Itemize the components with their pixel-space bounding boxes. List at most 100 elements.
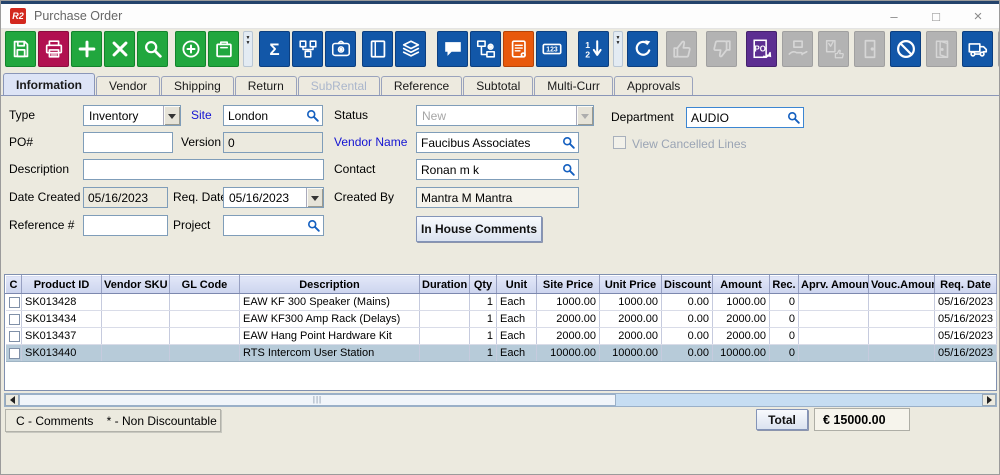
contact-value: Ronan m k <box>421 163 479 177</box>
close-button[interactable]: × <box>957 4 999 28</box>
toolbar: ▼▼Σ12312▼▼PO <box>5 31 1000 67</box>
in-house-comments-button[interactable]: In House Comments <box>416 216 542 242</box>
scrollbar-thumb[interactable]: ||| <box>19 394 616 406</box>
minimize-button[interactable]: – <box>873 4 915 28</box>
package-button[interactable] <box>208 31 239 67</box>
comments-button[interactable] <box>437 31 468 67</box>
column-header-description[interactable]: Description <box>240 276 420 294</box>
department-input[interactable]: AUDIO <box>686 107 804 128</box>
table-row[interactable]: SK013440RTS Intercom User Station1Each10… <box>6 345 997 362</box>
tab-shipping[interactable]: Shipping <box>161 76 234 95</box>
column-header-discount[interactable]: Discount <box>662 276 713 294</box>
req-date-select[interactable]: 05/16/2023 <box>223 187 324 208</box>
refresh-button[interactable] <box>627 31 658 67</box>
column-header-qty[interactable]: Qty <box>470 276 497 294</box>
tab-divider <box>1 95 999 96</box>
column-header-product-id[interactable]: Product ID <box>22 276 102 294</box>
tab-return[interactable]: Return <box>235 76 297 95</box>
row-checkbox[interactable] <box>9 297 20 308</box>
vendor-name-label[interactable]: Vendor Name <box>334 135 407 149</box>
sort-button[interactable]: 12 <box>578 31 609 67</box>
column-header-duration[interactable]: Duration <box>420 276 470 294</box>
column-header-c[interactable]: C <box>6 276 22 294</box>
layers-view-button[interactable] <box>395 31 426 67</box>
table-row[interactable]: SK013437EAW Hang Point Hardware Kit1Each… <box>6 328 997 345</box>
overflow-2-button[interactable]: ▼▼ <box>613 31 623 67</box>
cancel-button[interactable] <box>890 31 921 67</box>
case-view-button[interactable] <box>325 31 356 67</box>
column-header-rec-[interactable]: Rec. <box>770 276 799 294</box>
project-search-icon[interactable] <box>306 218 321 233</box>
view-cancelled-checkbox <box>613 136 626 149</box>
req-date-label: Req. Date <box>173 190 227 204</box>
print-button[interactable] <box>38 31 69 67</box>
vendor-search-icon[interactable] <box>561 135 576 150</box>
department-search-icon[interactable] <box>786 110 801 125</box>
po-number-input[interactable] <box>83 132 173 153</box>
contact-search-icon[interactable] <box>561 162 576 177</box>
notes-button[interactable] <box>503 31 534 67</box>
tab-subtotal[interactable]: Subtotal <box>463 76 533 95</box>
svg-text:PO: PO <box>754 44 765 53</box>
zoom-in-button[interactable] <box>175 31 206 67</box>
total-button[interactable]: Total <box>756 409 808 430</box>
description-input[interactable] <box>83 159 324 180</box>
tab-subrental: SubRental <box>298 76 380 95</box>
column-header-vouc-amount[interactable]: Vouc.Amount <box>869 276 935 294</box>
project-input[interactable] <box>223 215 324 236</box>
vendor-name-input[interactable]: Faucibus Associates <box>416 132 579 153</box>
search-button[interactable] <box>137 31 168 67</box>
legend-box: C - Comments * - Non Discountable <box>5 409 221 432</box>
book-button[interactable] <box>362 31 393 67</box>
delete-line-button[interactable] <box>104 31 135 67</box>
type-dropdown-arrow-icon[interactable] <box>163 106 180 125</box>
req-date-dropdown-arrow-icon[interactable] <box>306 188 323 207</box>
scroll-left-arrow-icon[interactable] <box>5 394 19 406</box>
site-search-icon[interactable] <box>305 108 320 123</box>
workflow-view-button[interactable] <box>470 31 501 67</box>
table-row[interactable]: SK013434EAW KF300 Amp Rack (Delays)1Each… <box>6 311 997 328</box>
horizontal-scrollbar[interactable]: ||| <box>4 393 997 407</box>
po-convert-button[interactable]: PO <box>746 31 777 67</box>
department-label: Department <box>611 110 674 124</box>
column-header-vendor-sku[interactable]: Vendor SKU <box>102 276 170 294</box>
status-label: Status <box>334 108 368 122</box>
maximize-button[interactable]: □ <box>915 4 957 28</box>
app-logo-icon: R2 <box>10 8 26 24</box>
contact-input[interactable]: Ronan m k <box>416 159 579 180</box>
window-controls: – □ × <box>873 4 999 28</box>
site-input[interactable]: London <box>223 105 323 126</box>
version-value: 0 <box>228 136 235 150</box>
tab-vendor[interactable]: Vendor <box>96 76 160 95</box>
row-checkbox[interactable] <box>9 331 20 342</box>
ship-truck-button[interactable] <box>962 31 993 67</box>
tab-multi-curr[interactable]: Multi-Curr <box>534 76 613 95</box>
column-header-unit-price[interactable]: Unit Price <box>600 276 662 294</box>
scroll-right-arrow-icon[interactable] <box>982 394 996 406</box>
save-button[interactable] <box>5 31 36 67</box>
tab-reference[interactable]: Reference <box>381 76 462 95</box>
reject-button <box>706 31 737 67</box>
kit-breakdown-button[interactable] <box>292 31 323 67</box>
summary-button[interactable]: Σ <box>259 31 290 67</box>
row-checkbox[interactable] <box>9 314 20 325</box>
verify-button <box>818 31 849 67</box>
reference-input[interactable] <box>83 215 168 236</box>
column-header-unit[interactable]: Unit <box>497 276 537 294</box>
column-header-req-date[interactable]: Req. Date <box>935 276 997 294</box>
column-header-amount[interactable]: Amount <box>713 276 770 294</box>
column-header-site-price[interactable]: Site Price <box>537 276 600 294</box>
site-label[interactable]: Site <box>191 108 212 122</box>
row-checkbox[interactable] <box>9 348 20 359</box>
column-header-aprv-amount[interactable]: Aprv. Amount <box>799 276 869 294</box>
tab-approvals[interactable]: Approvals <box>614 76 693 95</box>
overflow-1-button[interactable]: ▼▼ <box>243 31 253 67</box>
po-number-label: PO# <box>9 135 33 149</box>
add-line-button[interactable] <box>71 31 102 67</box>
table-row[interactable]: SK013428EAW KF 300 Speaker (Mains)1Each1… <box>6 294 997 311</box>
type-select[interactable]: Inventory <box>83 105 181 126</box>
created-by-field: Mantra M Mantra <box>416 187 579 208</box>
column-header-gl-code[interactable]: GL Code <box>170 276 240 294</box>
count-123-button[interactable]: 123 <box>536 31 567 67</box>
tab-information[interactable]: Information <box>3 73 95 95</box>
